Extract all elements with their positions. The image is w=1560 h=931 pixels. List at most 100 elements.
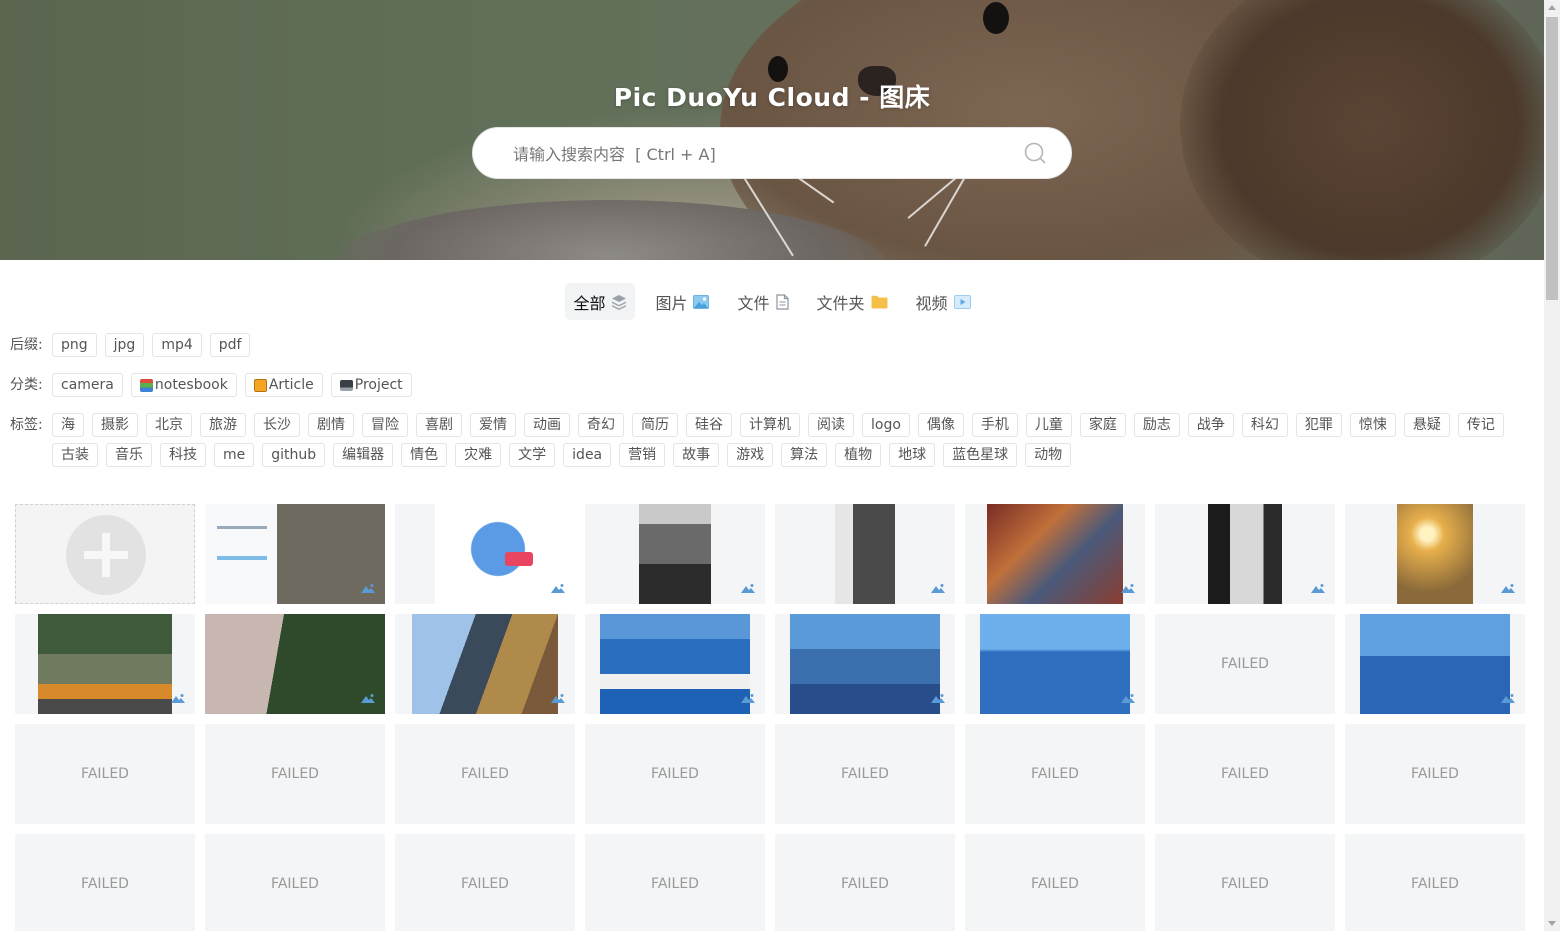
media-tile-failed[interactable]: FAILED	[965, 834, 1145, 931]
tag-chip[interactable]: 文学	[509, 443, 556, 467]
tag-chip[interactable]: 长沙	[254, 413, 300, 437]
media-tile-failed[interactable]: FAILED	[1155, 834, 1335, 931]
media-tile-failed[interactable]: FAILED	[395, 834, 575, 931]
tag-chip[interactable]: 营销	[619, 443, 666, 467]
search-icon[interactable]	[1024, 142, 1046, 164]
tag-chip[interactable]: 手机	[971, 413, 1018, 437]
media-tile[interactable]	[1345, 504, 1525, 604]
media-tile[interactable]	[775, 614, 955, 714]
tag-chip[interactable]: 旅游	[200, 413, 246, 437]
tab-folders[interactable]: 文件夹	[809, 283, 896, 320]
category-chip[interactable]: Article	[244, 373, 323, 397]
search-box[interactable]	[472, 127, 1072, 179]
suffix-chip[interactable]: jpg	[104, 333, 145, 357]
media-tile[interactable]	[585, 614, 765, 714]
media-tile[interactable]	[775, 504, 955, 604]
media-tile-failed[interactable]: FAILED	[965, 724, 1145, 824]
tag-chip[interactable]: 地球	[889, 443, 936, 467]
tag-chip[interactable]: 战争	[1187, 413, 1234, 437]
tag-chip[interactable]: 励志	[1133, 413, 1180, 437]
tag-chip[interactable]: 植物	[835, 443, 882, 467]
tag-chip[interactable]: github	[262, 443, 326, 467]
tag-chip[interactable]: 偶像	[917, 413, 964, 437]
suffix-chip[interactable]: mp4	[152, 333, 202, 357]
media-tile-failed[interactable]: FAILED	[775, 724, 955, 824]
media-tile-failed[interactable]: FAILED	[1345, 724, 1525, 824]
tag-chip[interactable]: 音乐	[106, 443, 152, 467]
media-tile[interactable]	[205, 614, 385, 714]
tag-chip[interactable]: 故事	[673, 443, 720, 467]
media-tile-failed[interactable]: FAILED	[1345, 834, 1525, 931]
tag-chip[interactable]: 喜剧	[416, 413, 462, 437]
category-chip[interactable]: Project	[330, 373, 412, 397]
page-scrollbar[interactable]	[1544, 0, 1560, 931]
failed-label: FAILED	[1411, 766, 1459, 782]
suffix-chip[interactable]: png	[52, 333, 97, 357]
media-tile-failed[interactable]: FAILED	[15, 834, 195, 931]
tag-chip[interactable]: 家庭	[1079, 413, 1126, 437]
tag-chip[interactable]: me	[214, 443, 255, 467]
media-tile[interactable]	[1155, 504, 1335, 604]
media-tile-failed[interactable]: FAILED	[205, 724, 385, 824]
scroll-down-arrow[interactable]	[1548, 921, 1556, 926]
tag-chip[interactable]: 惊悚	[1349, 413, 1396, 437]
tag-chip[interactable]: 算法	[781, 443, 828, 467]
media-tile[interactable]	[15, 614, 195, 714]
media-tile[interactable]	[395, 504, 575, 604]
tag-chip[interactable]: 计算机	[740, 413, 800, 437]
media-tile[interactable]	[205, 504, 385, 604]
tag-chip[interactable]: 灾难	[455, 443, 502, 467]
media-tile-failed[interactable]: FAILED	[585, 724, 765, 824]
tag-chip[interactable]: logo	[862, 413, 910, 437]
tag-chip[interactable]: 游戏	[727, 443, 774, 467]
tag-chip[interactable]: 硅谷	[686, 413, 732, 437]
tag-chip[interactable]: 阅读	[808, 413, 854, 437]
media-tile-failed[interactable]: FAILED	[775, 834, 955, 931]
tag-chip[interactable]: 冒险	[362, 413, 408, 437]
media-tile[interactable]	[585, 504, 765, 604]
media-tile-failed[interactable]: FAILED	[1155, 724, 1335, 824]
tag-chip[interactable]: 古装	[52, 443, 98, 467]
notebook-icon	[139, 378, 153, 392]
media-tile-failed[interactable]: FAILED	[205, 834, 385, 931]
upload-tile[interactable]	[15, 504, 195, 604]
category-chip[interactable]: notesbook	[130, 373, 237, 397]
tab-all[interactable]: 全部	[565, 283, 636, 320]
tag-chip[interactable]: 悬疑	[1403, 413, 1450, 437]
tag-chip[interactable]: 海	[52, 413, 84, 437]
tag-chip[interactable]: 犯罪	[1295, 413, 1342, 437]
tag-chip[interactable]: 简历	[632, 413, 678, 437]
filter-label: 分类:	[10, 377, 43, 393]
category-chip[interactable]: camera	[52, 373, 123, 397]
tag-chip[interactable]: 剧情	[308, 413, 354, 437]
scroll-thumb[interactable]	[1546, 17, 1558, 300]
tag-chip[interactable]: 传记	[1457, 413, 1504, 437]
media-tile-failed[interactable]: FAILED	[585, 834, 765, 931]
scroll-up-arrow[interactable]	[1548, 5, 1556, 10]
tag-chip[interactable]: 动物	[1025, 443, 1072, 467]
search-input[interactable]	[513, 140, 993, 168]
tag-chip[interactable]: 情色	[401, 443, 448, 467]
media-tile-failed[interactable]: FAILED	[395, 724, 575, 824]
tag-chip[interactable]: 蓝色星球	[943, 443, 1018, 467]
tag-chip[interactable]: 科技	[160, 443, 206, 467]
tag-chip[interactable]: 摄影	[92, 413, 138, 437]
tag-chip[interactable]: 编辑器	[333, 443, 394, 467]
tag-chip[interactable]: 奇幻	[578, 413, 624, 437]
tab-images[interactable]: 图片	[647, 283, 717, 320]
tag-chip[interactable]: 科幻	[1241, 413, 1288, 437]
media-tile-failed[interactable]: FAILED	[15, 724, 195, 824]
tab-videos[interactable]: 视频	[908, 283, 979, 320]
tag-chip[interactable]: 爱情	[470, 413, 516, 437]
media-tile[interactable]	[395, 614, 575, 714]
media-tile[interactable]	[965, 614, 1145, 714]
tag-chip[interactable]: idea	[563, 443, 612, 467]
tag-chip[interactable]: 儿童	[1025, 413, 1072, 437]
tag-chip[interactable]: 动画	[524, 413, 570, 437]
tab-files[interactable]: 文件	[729, 283, 796, 320]
suffix-chip[interactable]: pdf	[209, 333, 251, 357]
media-tile[interactable]	[965, 504, 1145, 604]
tag-chip[interactable]: 北京	[146, 413, 192, 437]
media-tile[interactable]	[1345, 614, 1525, 714]
media-tile-failed[interactable]: FAILED	[1155, 614, 1335, 714]
